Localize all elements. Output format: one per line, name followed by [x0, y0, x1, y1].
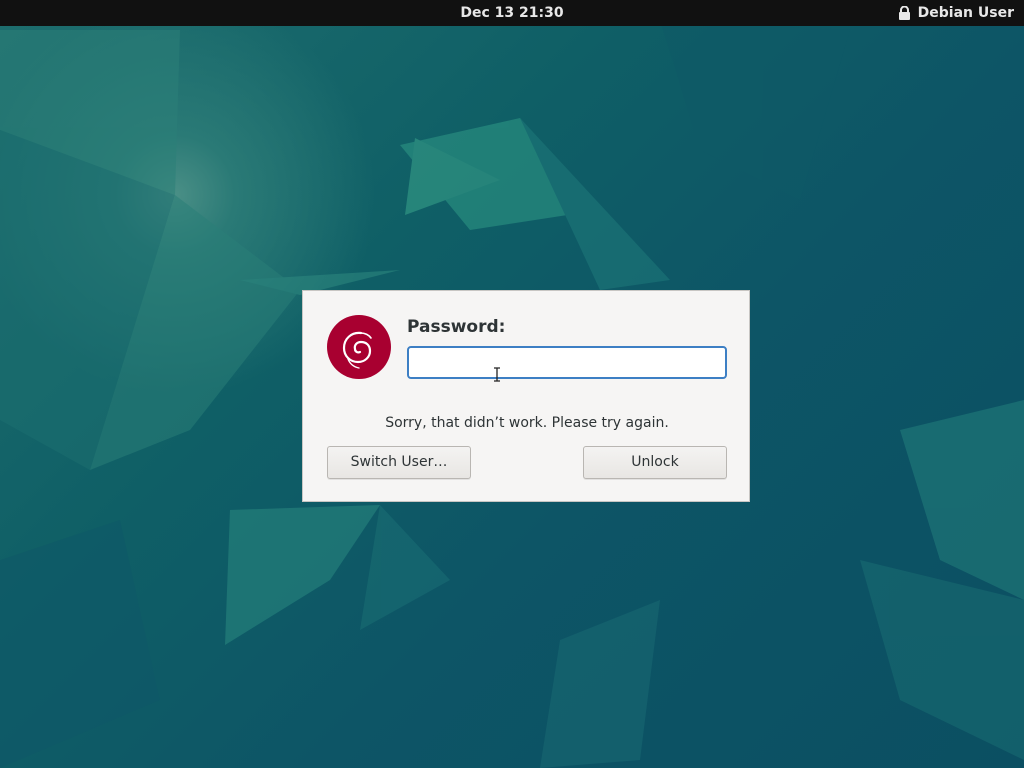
password-input[interactable] — [407, 346, 727, 379]
switch-user-button[interactable]: Switch User… — [327, 446, 471, 479]
password-label: Password: — [407, 317, 506, 337]
top-bar: Dec 13 21:30 Debian User — [0, 0, 1024, 26]
lock-icon — [898, 6, 910, 20]
error-message: Sorry, that didn’t work. Please try agai… — [385, 415, 669, 431]
unlock-dialog: Password: Sorry, that didn’t work. Pleas… — [302, 290, 750, 502]
text-cursor-icon — [494, 367, 500, 382]
user-name: Debian User — [917, 5, 1014, 21]
clock[interactable]: Dec 13 21:30 — [0, 0, 1024, 26]
unlock-button[interactable]: Unlock — [583, 446, 727, 479]
user-menu[interactable]: Debian User — [898, 0, 1014, 26]
lock-screen: Dec 13 21:30 Debian User Password: Sorry… — [0, 0, 1024, 768]
user-avatar — [327, 315, 391, 379]
debian-swirl-icon — [342, 331, 372, 369]
